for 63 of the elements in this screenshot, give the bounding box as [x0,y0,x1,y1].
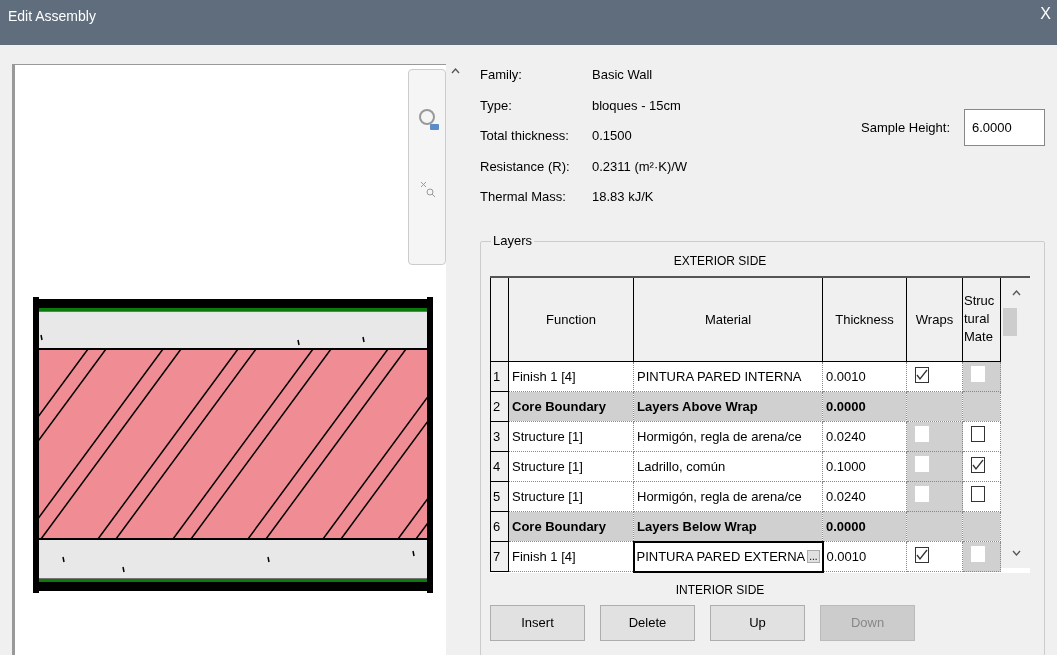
function-cell[interactable]: Structure [1] [508,421,634,452]
checkbox[interactable] [915,546,929,563]
thickness-cell[interactable]: 0.0010 [822,361,907,392]
column-header[interactable]: Wraps [906,277,963,362]
material-cell[interactable]: Hormigón, regla de arena/ce [633,421,823,452]
row-number: 6 [490,511,509,542]
thickness-cell[interactable]: 0.0240 [822,421,907,452]
checkbox[interactable] [971,485,985,502]
column-header[interactable]: Struc tural Mate [962,277,1001,362]
function-cell[interactable]: Structure [1] [508,451,634,482]
thickness-cell[interactable]: 0.1000 [822,451,907,482]
thickness-cell[interactable]: 0.0000 [822,511,907,542]
material-cell[interactable]: Ladrillo, común [633,451,823,482]
layer-button[interactable]: Up [710,604,805,641]
property-value: 0.1500 [592,127,633,145]
scrollbar-thumb[interactable] [1003,307,1017,336]
function-cell[interactable]: Finish 1 [4] [508,541,634,572]
property-value: 0.2311 (m²·K)/W [592,157,688,176]
close-button[interactable]: X [1040,6,1051,22]
property-value: bloques - 15cm [592,96,682,115]
property-label: Resistance (R): [480,157,571,176]
property-label: Total thickness: [480,127,570,145]
checkbox[interactable] [971,425,985,442]
thickness-cell[interactable]: 0.0010 [822,541,907,572]
checkbox[interactable] [971,456,985,473]
property-label: Type: [480,96,513,115]
column-header[interactable]: Function [508,277,634,362]
thickness-cell[interactable]: 0.0000 [822,391,907,422]
browse-button[interactable]: ... [807,550,820,563]
layer-button[interactable]: Delete [600,604,695,641]
material-cell[interactable]: Layers Below Wrap [633,511,823,542]
scrollbar[interactable] [1001,277,1030,568]
column-header[interactable]: Material [633,277,823,362]
zoom-region-icon[interactable] [420,181,436,199]
row-number: 5 [490,481,509,512]
property-label: Family: [480,66,523,84]
function-cell[interactable]: Structure [1] [508,481,634,512]
sample-height-label: Sample Height: [861,119,950,137]
function-cell[interactable]: Finish 1 [4] [508,361,634,392]
property-label: Thermal Mass: [480,188,567,206]
thickness-cell[interactable]: 0.0240 [822,481,907,512]
material-cell[interactable]: PINTURA PARED INTERNA [633,361,823,392]
interior-side-label: INTERIOR SIDE [675,581,765,599]
row-number: 1 [490,361,509,392]
material-editor[interactable]: PINTURA PARED EXTERNA ... [633,541,823,572]
row-number: 3 [490,421,509,452]
layer-button[interactable]: Insert [490,604,585,641]
material-cell[interactable]: Layers Above Wrap [633,391,823,422]
row-number: 2 [490,391,509,422]
column-header[interactable]: Thickness [822,277,907,362]
zoom-2d-icon[interactable] [418,107,440,131]
material-name: PINTURA PARED EXTERNA [636,547,806,566]
row-number: 4 [490,451,509,482]
function-cell[interactable]: Core Boundary [508,511,634,542]
checkbox[interactable] [915,366,929,383]
exterior-side-label: EXTERIOR SIDE [673,252,767,270]
material-cell[interactable]: Hormigón, regla de arena/ce [633,481,823,512]
property-value: Basic Wall [592,66,654,84]
row-number: 7 [490,541,509,572]
window-title: Edit Assembly [8,7,96,26]
sample-height-field[interactable]: 6.0000 [964,109,1045,146]
function-cell[interactable]: Core Boundary [508,391,634,422]
property-value: 18.83 kJ/K [592,188,655,206]
